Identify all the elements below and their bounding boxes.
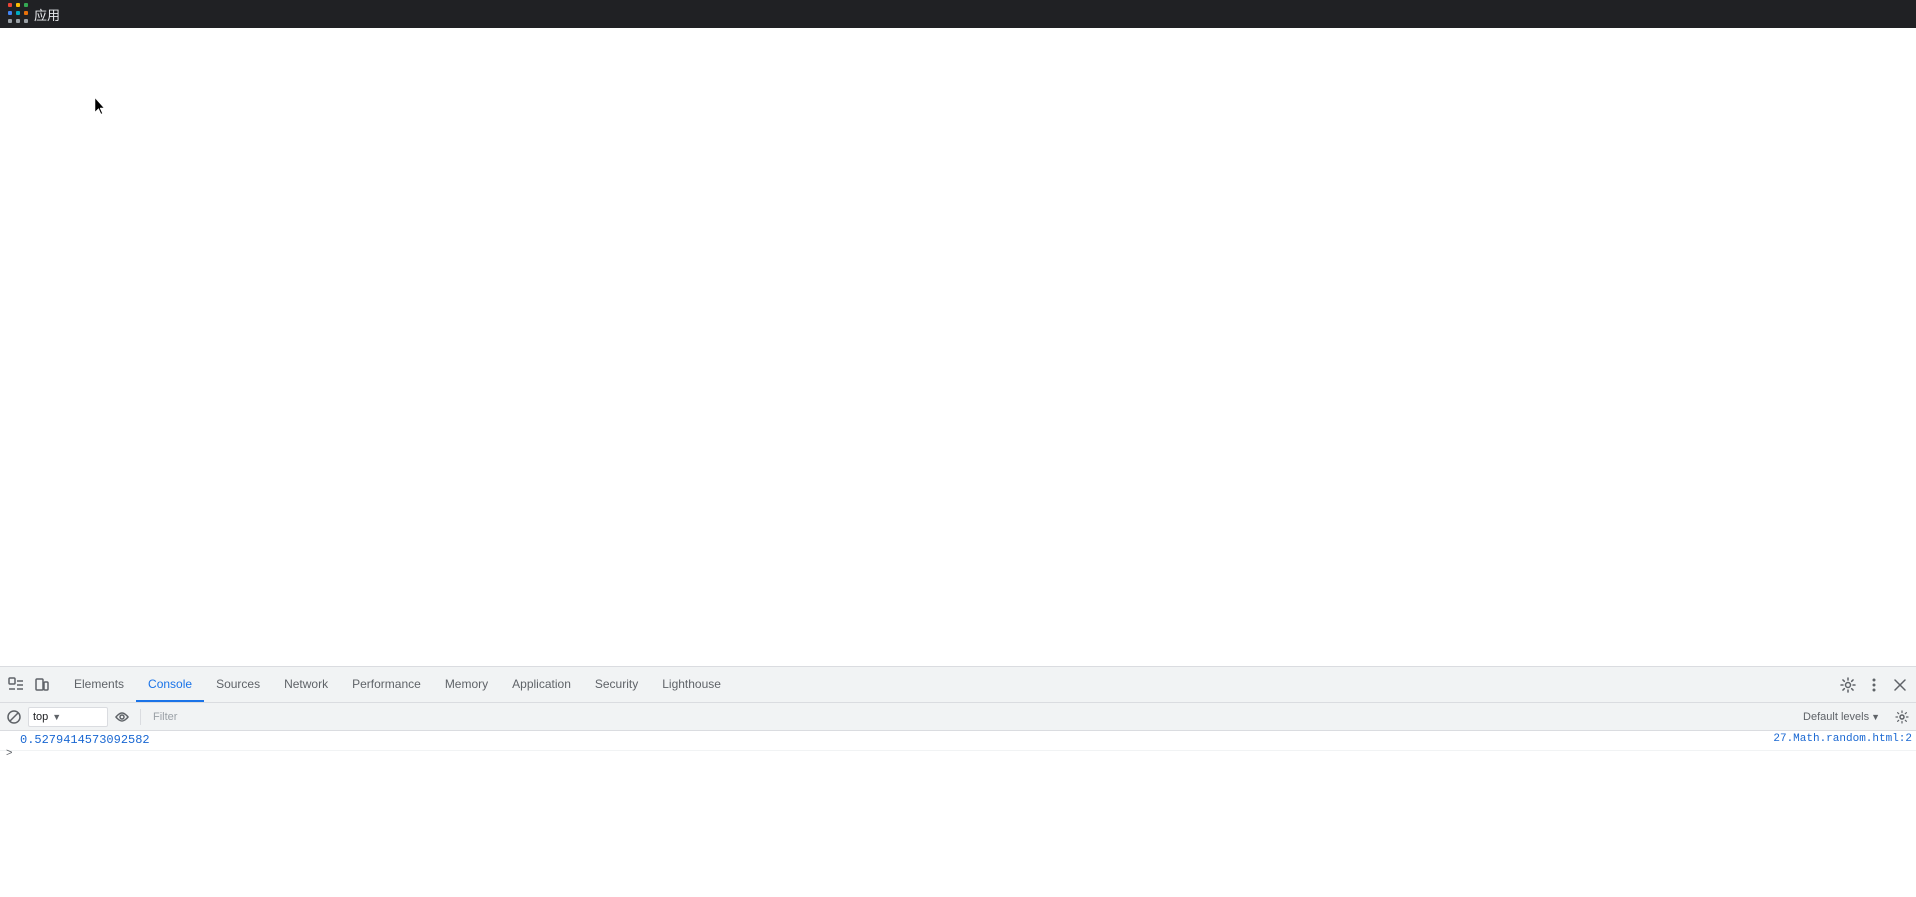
- devtools-toolbar: Elements Console Sources Network Perform…: [0, 667, 1916, 703]
- console-output-row: 0.5279414573092582 27.Math.random.html:2: [0, 731, 1916, 751]
- console-sidebar-settings-button[interactable]: [1892, 707, 1912, 727]
- cursor-icon: [95, 98, 107, 116]
- grid-dot: [24, 19, 28, 23]
- tab-application[interactable]: Application: [500, 667, 583, 702]
- console-filter-input[interactable]: [149, 707, 1791, 727]
- tab-security[interactable]: Security: [583, 667, 650, 702]
- context-dropdown-icon: ▼: [52, 712, 61, 722]
- browser-content: [0, 28, 1916, 666]
- console-content[interactable]: 0.5279414573092582 27.Math.random.html:2…: [0, 731, 1916, 897]
- tab-sources[interactable]: Sources: [204, 667, 272, 702]
- close-devtools-button[interactable]: [1888, 673, 1912, 697]
- tab-lighthouse[interactable]: Lighthouse: [650, 667, 733, 702]
- grid-dot: [16, 11, 20, 15]
- inspect-element-button[interactable]: [4, 673, 28, 697]
- live-expressions-button[interactable]: [112, 707, 132, 727]
- filter-divider: [140, 709, 141, 725]
- devtools-panel: Elements Console Sources Network Perform…: [0, 666, 1916, 897]
- device-toolbar-button[interactable]: [30, 673, 54, 697]
- console-output-value: 0.5279414573092582: [20, 733, 1757, 747]
- grid-dot: [8, 3, 12, 7]
- console-prompt-row[interactable]: >: [0, 751, 1916, 755]
- default-levels-button[interactable]: Default levels ▼: [1795, 707, 1888, 727]
- console-source-link[interactable]: 27.Math.random.html:2: [1773, 733, 1912, 745]
- tab-memory[interactable]: Memory: [433, 667, 500, 702]
- grid-dot: [24, 11, 28, 15]
- grid-dot: [8, 11, 12, 15]
- tab-elements[interactable]: Elements: [62, 667, 136, 702]
- apps-grid: [8, 3, 30, 25]
- grid-dot: [16, 3, 20, 7]
- devtools-tabs: Elements Console Sources Network Perform…: [62, 667, 1836, 702]
- grid-dot: [8, 19, 12, 23]
- clear-console-button[interactable]: [4, 707, 24, 727]
- console-context-select[interactable]: top ▼: [28, 707, 108, 727]
- console-output-source: 27.Math.random.html:2: [1757, 733, 1912, 745]
- console-toolbar: top ▼ Default levels ▼: [0, 703, 1916, 731]
- grid-dot: [24, 3, 28, 7]
- default-levels-label: Default levels: [1803, 711, 1869, 723]
- tab-console[interactable]: Console: [136, 667, 204, 702]
- tab-performance[interactable]: Performance: [340, 667, 433, 702]
- console-prompt-arrow: >: [6, 747, 12, 759]
- apps-icon[interactable]: 应用: [8, 3, 60, 25]
- devtools-icons-left: [4, 673, 54, 697]
- console-context-value: top: [33, 711, 48, 723]
- devtools-icons-right: [1836, 673, 1912, 697]
- more-options-button[interactable]: [1862, 673, 1886, 697]
- levels-dropdown-icon: ▼: [1871, 712, 1880, 722]
- apps-label: 应用: [34, 5, 60, 24]
- chrome-topbar: 应用: [0, 0, 1916, 28]
- settings-button[interactable]: [1836, 673, 1860, 697]
- tab-network[interactable]: Network: [272, 667, 340, 702]
- grid-dot: [16, 19, 20, 23]
